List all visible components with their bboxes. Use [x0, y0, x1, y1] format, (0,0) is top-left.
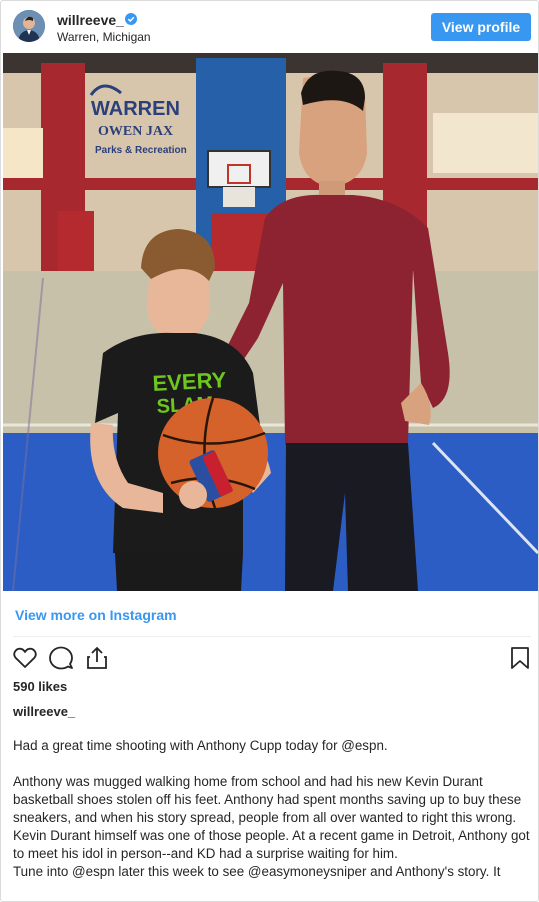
caption-line-1: Had a great time shooting with Anthony C… [13, 738, 388, 753]
caption-username[interactable]: willreeve_ [13, 704, 75, 720]
avatar[interactable] [13, 10, 45, 42]
verified-badge-icon [125, 13, 137, 25]
sign-text-2: OWEN JAX [98, 124, 173, 139]
view-profile-button[interactable]: View profile [431, 13, 531, 41]
username[interactable]: willreeve_ [57, 12, 124, 28]
caption-paragraph-3: Kevin Durant himself was one of those pe… [13, 828, 530, 861]
divider [13, 636, 531, 637]
caption-paragraph-2: Anthony was mugged walking home from sch… [13, 774, 522, 825]
location[interactable]: Warren, Michigan [57, 30, 151, 44]
post-header: willreeve_ Warren, Michigan View profile [1, 1, 538, 53]
caption: Had a great time shooting with Anthony C… [13, 737, 533, 881]
shirt-text-1: EVERY [152, 367, 227, 396]
instagram-embed: willreeve_ Warren, Michigan View profile [0, 0, 539, 902]
sign-text-3: Parks & Recreation [95, 145, 187, 156]
comment-icon[interactable] [48, 645, 74, 671]
share-icon[interactable] [84, 645, 110, 671]
bookmark-icon[interactable] [507, 645, 533, 671]
view-more-link[interactable]: View more on Instagram [15, 606, 177, 624]
post-photo[interactable]: EVERY SLAM WARREN OWEN JAX Parks & Recre… [3, 53, 538, 591]
caption-paragraph-4: Tune into @espn later this week to see @… [13, 864, 501, 879]
heart-icon[interactable] [12, 645, 38, 671]
likes-count[interactable]: 590 likes [13, 679, 67, 695]
sign-text-1: WARREN [91, 98, 180, 120]
